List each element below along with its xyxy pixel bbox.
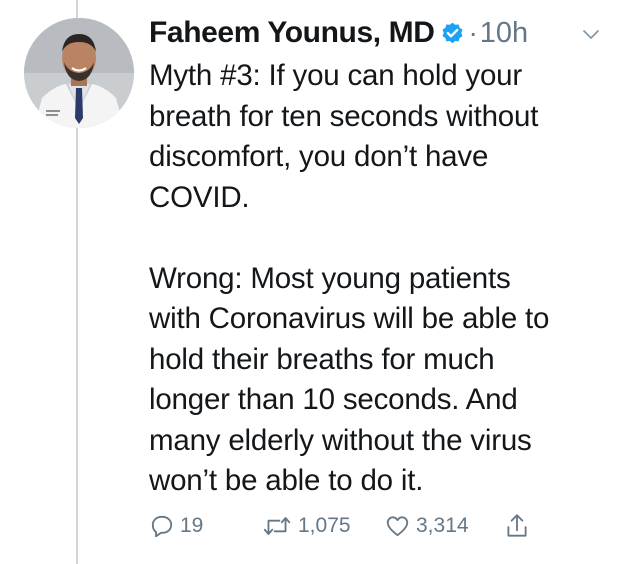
reply-button[interactable]: 19 <box>149 510 203 542</box>
tweet-header: Faheem Younus, MD · 10h <box>149 12 600 54</box>
avatar[interactable] <box>24 18 134 128</box>
avatar-photo <box>24 18 134 128</box>
tweet-paragraph-2: Wrong: Most young patients with Coronavi… <box>149 261 550 498</box>
like-button[interactable]: 3,314 <box>384 510 469 542</box>
tweet-actions: 19 1,075 3,314 <box>149 510 549 542</box>
chevron-down-icon[interactable] <box>582 27 600 39</box>
heart-icon <box>384 513 411 539</box>
author-name[interactable]: Faheem Younus, MD <box>149 16 435 50</box>
header-separator: · <box>468 17 478 48</box>
share-icon <box>504 512 530 540</box>
verified-badge-icon <box>440 21 465 46</box>
reply-icon <box>149 513 175 539</box>
like-count: 3,314 <box>416 514 469 537</box>
retweet-button[interactable]: 1,075 <box>261 510 351 542</box>
tweet-body: Myth #3: If you can hold your breath for… <box>149 56 604 502</box>
share-button[interactable] <box>504 510 530 542</box>
retweet-icon <box>261 513 293 539</box>
reply-count: 19 <box>180 514 204 537</box>
tweet-timestamp[interactable]: 10h <box>480 17 528 50</box>
retweet-count: 1,075 <box>298 514 351 537</box>
tweet-paragraph-1: Myth #3: If you can hold your breath for… <box>149 59 539 214</box>
